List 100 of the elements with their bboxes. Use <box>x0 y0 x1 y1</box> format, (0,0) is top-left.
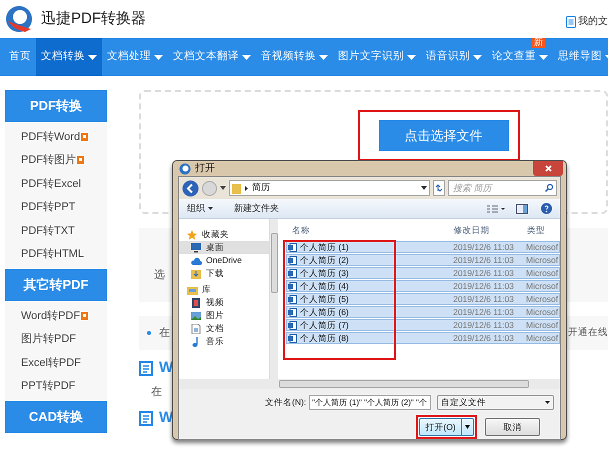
sidebar-link[interactable]: PDF转图片 <box>21 152 76 168</box>
app-title: 迅捷PDF转换器 <box>41 8 146 29</box>
file-type: Microsof <box>525 254 560 266</box>
column-header[interactable]: 修改日期 <box>447 224 521 236</box>
sidebar-link[interactable]: PPT转PDF <box>21 378 76 394</box>
folder-tree-item[interactable]: 音乐 <box>179 335 269 348</box>
file-type: Microsof <box>525 318 560 332</box>
star-icon <box>187 230 198 240</box>
preview-pane-icon <box>516 204 528 214</box>
folder-tree-item[interactable]: 桌面 <box>179 241 269 254</box>
sidebar-link[interactable]: PDF转TXT <box>21 222 75 239</box>
bullet-icon <box>147 331 151 335</box>
scrollbar-thumb[interactable] <box>270 233 278 293</box>
folder-icon <box>232 182 241 194</box>
file-row[interactable]: 个人简历 (2) 2019/12/6 11:03 Microsof <box>286 254 560 266</box>
word-document-icon <box>288 242 297 252</box>
document-icon <box>191 324 202 334</box>
file-name: 个人简历 (8) <box>300 332 349 344</box>
filename-label: 文件名(N): <box>265 396 306 409</box>
open-button[interactable]: 打开(O) <box>419 418 474 436</box>
file-name: 个人简历 (6) <box>300 306 349 318</box>
refresh-button[interactable] <box>432 180 446 196</box>
sidebar-heading: 其它转PDF <box>5 269 107 301</box>
document-icon <box>566 16 576 28</box>
folder-tree-item[interactable]: 收藏夹 <box>179 228 269 241</box>
file-name: 个人简历 (7) <box>300 318 349 332</box>
folder-tree-item[interactable]: 图片 <box>179 309 269 322</box>
file-row[interactable]: 个人简历 (4) 2019/12/6 11:03 Microsof <box>286 280 560 292</box>
cloud-icon <box>191 256 202 266</box>
file-date: 2019/12/6 11:03 <box>452 318 515 332</box>
app-icon <box>179 162 191 174</box>
search-field[interactable]: 搜索 简历 <box>448 180 558 196</box>
file-name: 个人简历 (5) <box>300 292 349 306</box>
highlight-frame <box>416 415 477 439</box>
download-icon <box>191 268 202 278</box>
folder-tree-item[interactable]: OneDrive <box>179 254 269 267</box>
file-row[interactable]: 个人简历 (1) 2019/12/6 11:03 Microsof <box>286 241 560 253</box>
back-icon <box>182 180 199 196</box>
desktop-icon <box>191 242 202 252</box>
filename-field[interactable]: "个人简历 (1)" "个人简历 (2)" "个 <box>309 395 431 410</box>
file-date: 2019/12/6 11:03 <box>452 254 515 266</box>
sidebar-link[interactable]: Excel转PDF <box>21 354 81 371</box>
file-date: 2019/12/6 11:03 <box>452 240 515 254</box>
new-folder-button[interactable]: 新建文件夹 <box>234 202 279 216</box>
sidebar-heading: PDF转换 <box>5 90 107 122</box>
chevron-icon <box>245 186 248 190</box>
logo-icon <box>5 5 33 33</box>
file-date: 2019/12/6 11:03 <box>452 266 515 280</box>
document-icon <box>139 360 153 376</box>
cancel-button[interactable]: 取消 <box>485 418 540 436</box>
word-document-icon <box>288 334 297 342</box>
video-icon <box>191 298 202 308</box>
folder-tree-item[interactable]: 下载 <box>179 267 269 280</box>
column-header[interactable]: 类型 <box>520 224 560 236</box>
section-text: 在 <box>150 385 163 400</box>
caret-icon <box>462 425 473 429</box>
caret-icon <box>208 207 213 210</box>
word-document-icon <box>288 320 297 330</box>
organize-menu[interactable]: 组织 <box>187 202 213 216</box>
caret-icon <box>420 186 427 190</box>
sidebar-link[interactable]: Word转PDF <box>21 308 80 324</box>
sidebar-link[interactable]: 图片转PDF <box>21 331 76 348</box>
folder-tree-item[interactable]: 库 <box>179 283 269 296</box>
sidebar-link[interactable]: PDF转PPT <box>21 199 76 216</box>
word-document-icon <box>288 256 297 264</box>
picture-icon <box>191 310 202 320</box>
my-files-link[interactable]: 我的文 <box>578 14 608 29</box>
notice-text: 开通在线 <box>568 326 608 340</box>
section-heading: W <box>159 408 174 428</box>
nav-tab[interactable]: 文档转换 <box>36 38 102 76</box>
file-date: 2019/12/6 11:03 <box>452 280 515 292</box>
scrollbar-thumb[interactable] <box>279 380 529 388</box>
edit-document-icon <box>139 411 153 426</box>
folder-tree-item[interactable]: 文档 <box>179 322 269 335</box>
address-bar[interactable]: 简历 <box>229 180 430 196</box>
file-row[interactable]: 个人简历 (8) 2019/12/6 11:03 Microsof <box>286 332 560 344</box>
file-name: 个人简历 (1) <box>300 240 349 254</box>
refresh-icon <box>434 184 443 192</box>
folder-tree-item[interactable]: 视频 <box>179 296 269 309</box>
column-header[interactable]: 名称 <box>286 224 448 236</box>
dialog-title: 打开 <box>195 162 215 176</box>
sidebar-link[interactable]: PDF转Excel <box>21 176 81 192</box>
word-document-icon <box>288 268 297 278</box>
file-type: Microsof <box>525 240 560 254</box>
caret-icon <box>545 401 550 404</box>
file-type-dropdown[interactable]: 自定义文件 <box>437 395 554 410</box>
file-row[interactable]: 个人简历 (3) 2019/12/6 11:03 Microsof <box>286 267 560 279</box>
file-row[interactable]: 个人简历 (5) 2019/12/6 11:03 Microsof <box>286 293 560 305</box>
file-name: 个人简历 (4) <box>300 280 349 292</box>
file-type: Microsof <box>525 332 560 344</box>
library-icon <box>187 284 198 294</box>
file-type: Microsof <box>525 306 560 318</box>
file-row[interactable]: 个人简历 (6) 2019/12/6 11:03 Microsof <box>286 306 560 318</box>
forward-icon <box>202 180 217 196</box>
file-row[interactable]: 个人简历 (7) 2019/12/6 11:03 Microsof <box>286 319 560 331</box>
section-heading: W <box>159 358 174 378</box>
sidebar-link[interactable]: PDF转HTML <box>21 246 84 262</box>
close-button[interactable] <box>533 161 563 176</box>
sidebar-link[interactable]: PDF转Word <box>21 128 80 145</box>
word-document-icon <box>288 294 297 304</box>
